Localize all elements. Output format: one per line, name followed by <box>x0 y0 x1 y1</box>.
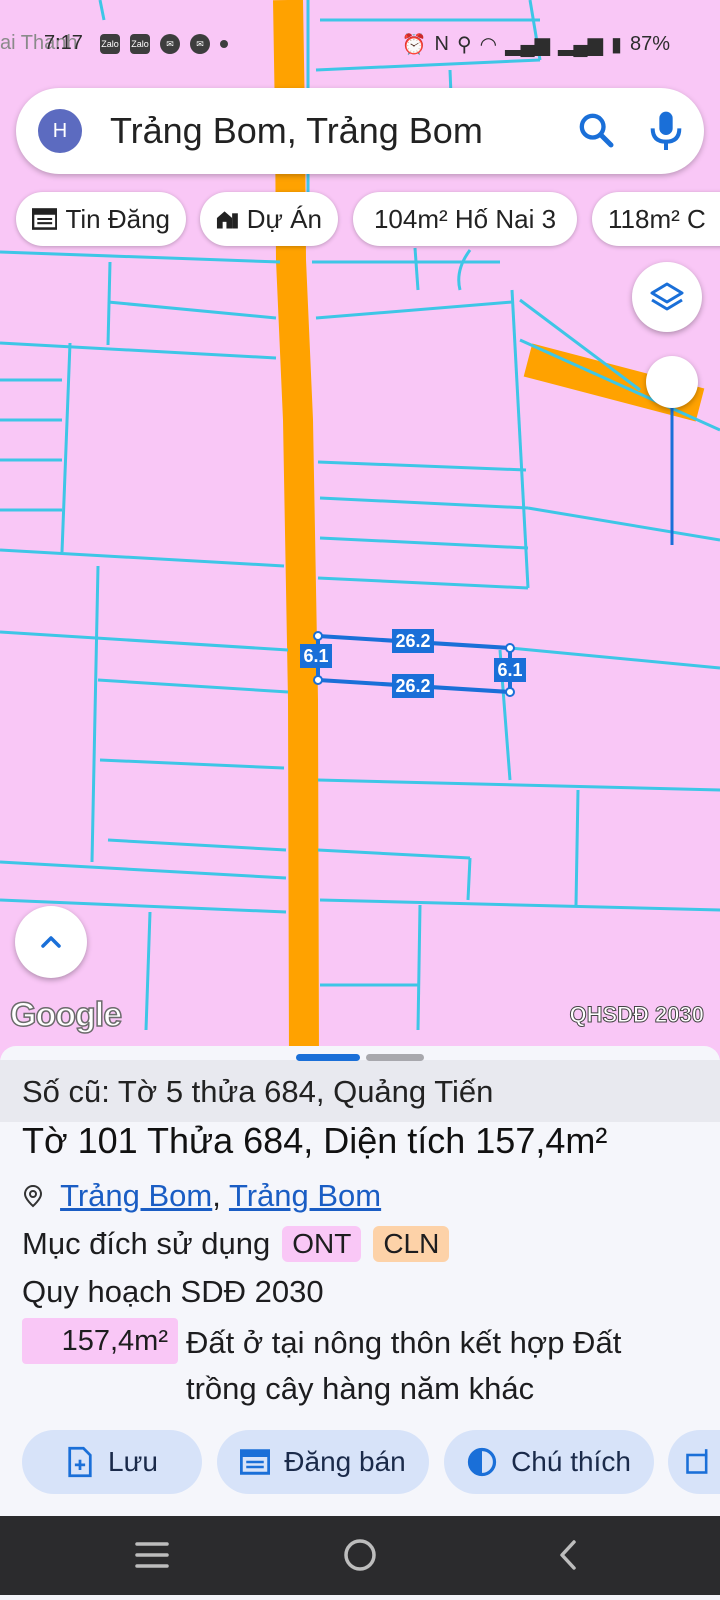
layers-icon <box>650 282 684 311</box>
sheet-handle-active[interactable] <box>296 1054 360 1061</box>
old-info-text: Số cũ: Tờ 5 thửa 684, Quảng Tiến <box>22 1074 494 1109</box>
home-icon[interactable] <box>344 1539 376 1571</box>
calendar-list-icon <box>32 208 58 230</box>
file-add-icon <box>68 1446 92 1478</box>
recent-apps-icon[interactable] <box>135 1542 169 1568</box>
post-for-sale-label: Đăng bán <box>284 1446 406 1477</box>
messenger-icon: ✉ <box>190 34 210 54</box>
chevron-up-icon <box>41 936 61 948</box>
chip-label: 104m² Hố Nai 3 <box>373 203 557 234</box>
legend-button[interactable]: Chú thích <box>444 1430 654 1494</box>
parcel-title: Tờ 101 Thửa 684, Diện tích 157,4m² <box>22 1120 608 1161</box>
parcel-location: Trảng Bom, Trảng Bom <box>22 1178 381 1214</box>
district-link[interactable]: Trảng Bom <box>60 1178 212 1213</box>
more-notifications-dot-icon <box>220 40 228 48</box>
add-photo-button[interactable] <box>668 1430 720 1494</box>
save-label: Lưu <box>108 1446 158 1477</box>
status-time: 7:17 <box>44 32 83 54</box>
notification-icons: Zalo Zalo ✉ ✉ <box>100 34 228 54</box>
chip-label: 118m² C <box>608 203 706 234</box>
back-icon[interactable] <box>560 1540 576 1570</box>
signal-icon: ▂▄▆ <box>505 34 551 56</box>
nfc-icon: N <box>434 33 449 55</box>
area-value-badge: 157,4m² <box>22 1318 178 1364</box>
parcel-length-top: 26.2 <box>395 631 430 651</box>
chip-104m2-ho-nai-3[interactable]: 104m² Hố Nai 3 <box>353 192 577 246</box>
battery-level: 87% <box>629 33 670 55</box>
zalo-icon: Zalo <box>130 34 150 54</box>
parcel-length-right: 6.1 <box>497 660 522 680</box>
layers-button[interactable] <box>632 262 702 332</box>
search-icon[interactable] <box>576 110 616 150</box>
chip-label: Tin Đăng <box>65 203 170 234</box>
search-query[interactable]: Trảng Bom, Trảng Bom <box>110 110 483 152</box>
house-icon <box>216 211 238 229</box>
area-description: Đất ở tại nông thôn kết hợp Đất trồng câ… <box>186 1325 622 1406</box>
chip-118m2[interactable]: 118m² C <box>592 192 720 246</box>
sheet-handle[interactable] <box>366 1054 424 1061</box>
google-logo: Google <box>9 995 123 1035</box>
location-icon: ⚲ <box>456 34 472 56</box>
post-for-sale-button[interactable]: Đăng bán <box>217 1430 429 1494</box>
purpose-label: Mục đích sử dụng <box>22 1226 271 1261</box>
contrast-icon <box>467 1447 497 1477</box>
add-photo-icon <box>686 1449 708 1474</box>
status-bar: ai Thanh 7:17 Zalo Zalo ✉ ✉ ⏰ N ⚲ ◠ ▂▄▆ … <box>0 28 720 62</box>
chip-label: Dự Án <box>246 203 322 234</box>
search-bar[interactable]: H Trảng Bom, Trảng Bom <box>16 88 704 174</box>
system-nav-bar <box>0 1516 720 1595</box>
calendar-list-icon <box>240 1449 271 1475</box>
action-buttons: Lưu Đăng bán Chú thích <box>0 1430 720 1496</box>
purpose-tag-ont: ONT <box>282 1226 362 1262</box>
chip-tin-dang[interactable]: Tin Đăng <box>16 192 186 246</box>
wifi-icon: ◠ <box>479 34 498 56</box>
plan-label: Quy hoạch SDĐ 2030 <box>22 1274 324 1309</box>
avatar[interactable]: H <box>38 109 82 153</box>
map-overlay-label: QHSDĐ 2030 <box>569 1002 705 1028</box>
signal-icon: ▂▄▆ <box>558 34 603 56</box>
location-separator: , <box>212 1178 221 1213</box>
filter-chips: Tin Đăng Dự Án 104m² Hố Nai 3 118m² C <box>16 192 720 248</box>
microphone-icon[interactable] <box>646 108 686 152</box>
commune-link[interactable]: Trảng Bom <box>229 1178 381 1213</box>
parcel-length-bottom: 26.2 <box>395 676 430 696</box>
messenger-icon: ✉ <box>160 34 180 54</box>
chip-du-an[interactable]: Dự Án <box>200 192 338 246</box>
old-info-bar: Số cũ: Tờ 5 thửa 684, Quảng Tiến <box>0 1060 720 1122</box>
system-icons: ⏰ N ⚲ ◠ ▂▄▆ ▂▄▆ ▮ 87% <box>402 32 670 57</box>
battery-icon: ▮ <box>610 34 622 56</box>
parcel-length-left: 6.1 <box>303 646 328 666</box>
save-button[interactable]: Lưu <box>22 1430 202 1494</box>
expand-sheet-button[interactable] <box>15 906 87 978</box>
location-pin-icon <box>23 1184 43 1208</box>
alarm-icon: ⏰ <box>401 34 427 56</box>
land-use-purpose: Mục đích sử dụng ONT CLN <box>22 1226 450 1262</box>
legend-label: Chú thích <box>511 1446 631 1477</box>
purpose-tag-cln: CLN <box>373 1226 450 1262</box>
zalo-icon: Zalo <box>100 34 120 54</box>
rotation-slider-handle[interactable] <box>646 356 698 408</box>
